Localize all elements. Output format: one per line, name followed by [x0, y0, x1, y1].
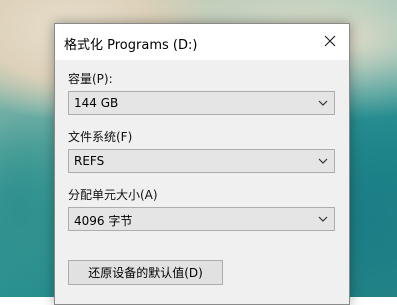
title-bar: 格式化 Programs (D:) — [55, 24, 349, 60]
capacity-label: 容量(P): — [68, 72, 113, 86]
allocation-unit-label: 分配单元大小(A) — [68, 188, 158, 202]
restore-defaults-button[interactable]: 还原设备的默认值(D) — [68, 260, 223, 285]
capacity-select[interactable]: 144 GB — [68, 91, 335, 115]
chevron-down-icon — [318, 100, 328, 106]
format-dialog: 格式化 Programs (D:) 容量(P): 144 GB 文件系统(F) … — [54, 23, 350, 305]
filesystem-label: 文件系统(F) — [68, 130, 133, 144]
allocation-unit-select[interactable]: 4096 字节 — [68, 207, 335, 231]
capacity-value: 144 GB — [74, 96, 119, 110]
dialog-title: 格式化 Programs (D:) — [64, 38, 198, 53]
close-button[interactable] — [311, 24, 349, 58]
filesystem-select[interactable]: REFS — [68, 149, 335, 173]
allocation-unit-value: 4096 字节 — [74, 214, 133, 228]
chevron-down-icon — [318, 158, 328, 164]
close-icon — [324, 35, 336, 47]
filesystem-value: REFS — [74, 154, 105, 168]
chevron-down-icon — [318, 216, 328, 222]
